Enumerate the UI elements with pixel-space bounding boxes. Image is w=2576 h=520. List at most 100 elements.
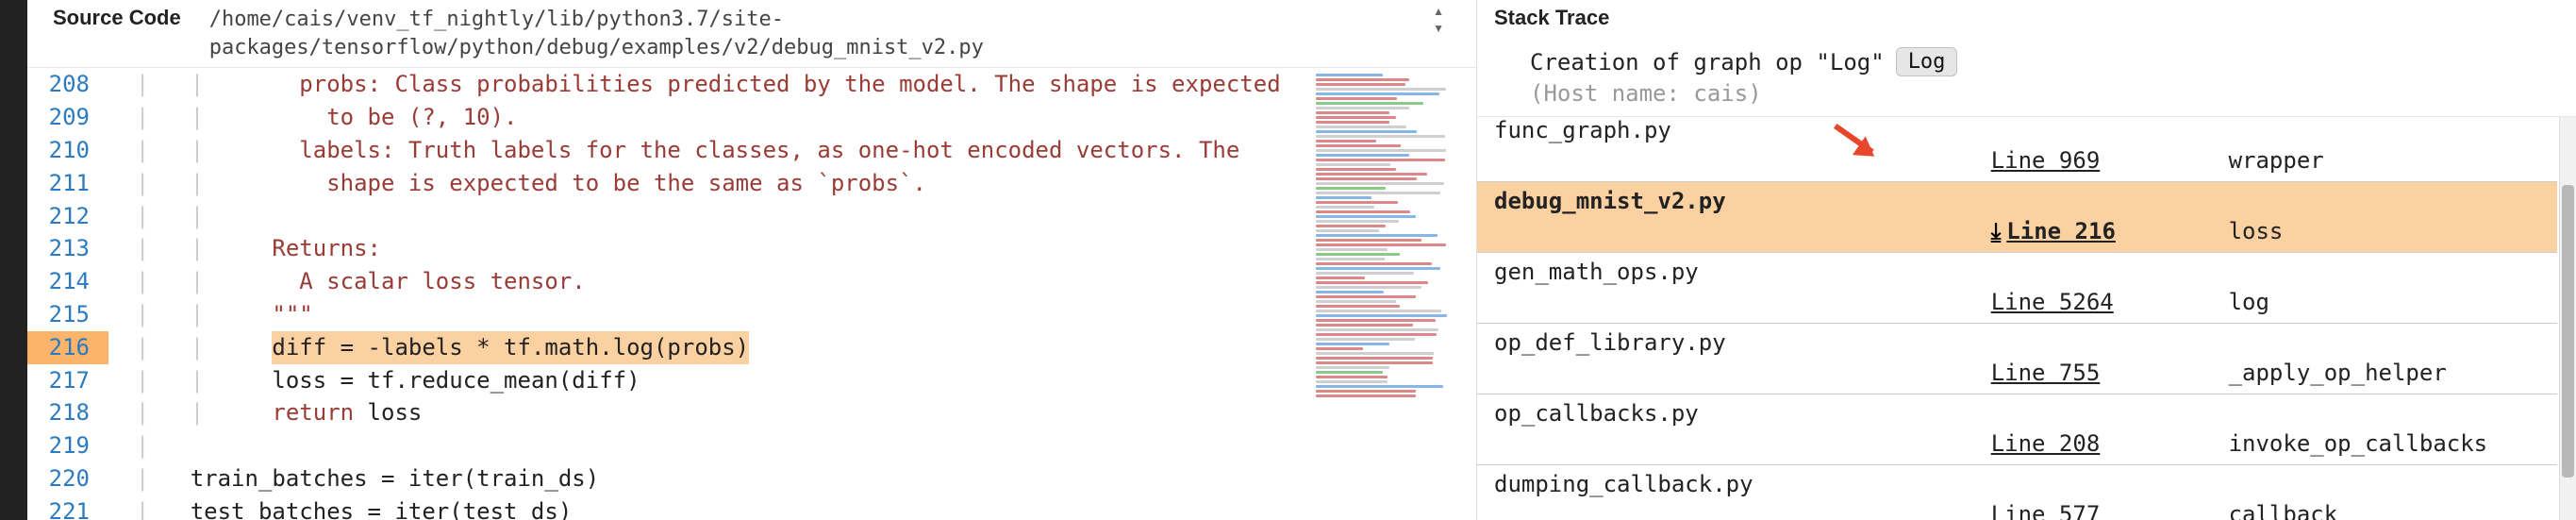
stack-scrollbar-thumb[interactable] [2562,185,2574,478]
line-number[interactable]: 219 [27,429,103,462]
line-number[interactable]: 212 [27,200,103,233]
stack-file-pad [1477,285,1974,324]
line-number[interactable]: 210 [27,134,103,167]
minimap-line [1316,333,1437,336]
left-dark-sidebar [0,0,27,520]
line-number[interactable]: 220 [27,462,103,495]
stack-file-cell[interactable]: debug_mnist_v2.py [1477,182,2557,215]
code-line[interactable]: 210 | | labels: Truth labels for the cla… [27,134,1306,167]
indent-guide: | | [108,68,245,101]
code-line[interactable]: 220 | train_batches = iter(train_ds) [27,462,1306,495]
minimap-line [1316,220,1399,223]
stack-file-cell[interactable]: gen_math_ops.py [1477,253,2557,286]
code-line[interactable]: 215 | | """ [27,298,1306,331]
code-token: to be (?, 10). [326,101,517,134]
line-number[interactable]: 214 [27,265,103,298]
stack-line-link[interactable]: Line 208 [1991,430,2101,457]
stack-line-row[interactable]: ⤓Line 216loss [1477,214,2557,253]
stack-row[interactable]: dumping_callback.py [1477,465,2557,498]
minimap-line [1316,196,1371,199]
stack-line-row[interactable]: Line 577callback [1477,497,2557,520]
stack-line-row[interactable]: Line 5264log [1477,285,2557,324]
code-line[interactable]: 221 | test_batches = iter(test_ds) [27,495,1306,520]
indent-guide: | [108,495,191,520]
code-line[interactable]: 216 | | diff = -labels * tf.math.log(pro… [27,331,1306,364]
stack-file-cell[interactable]: op_callbacks.py [1477,394,2557,428]
code-token [245,101,327,134]
stack-line-cell[interactable]: Line 969 [1974,143,2212,182]
stack-row[interactable]: op_def_library.py [1477,324,2557,357]
code-line[interactable]: 217 | | loss = tf.reduce_mean(diff) [27,364,1306,397]
line-number[interactable]: 215 [27,298,103,331]
stack-line-link[interactable]: Line 5264 [1991,289,2114,315]
code-line[interactable]: 213 | | Returns: [27,232,1306,265]
indent-guide: | [108,462,191,495]
code-line[interactable]: 219 | [27,429,1306,462]
line-number[interactable]: 213 [27,232,103,265]
line-number[interactable]: 221 [27,495,103,520]
indent-guide: | [108,429,191,462]
code-line[interactable]: 212 | | [27,200,1306,233]
stack-line-cell[interactable]: Line 755 [1974,356,2212,394]
line-number[interactable]: 218 [27,396,103,429]
stack-line-cell[interactable]: ⤓Line 216 [1974,214,2212,253]
line-number[interactable]: 211 [27,167,103,200]
minimap-line [1316,338,1415,341]
code-line[interactable]: 214 | | A scalar loss tensor. [27,265,1306,298]
stack-row[interactable]: debug_mnist_v2.py [1477,182,2557,215]
stack-file-pad [1477,497,1974,520]
stack-scrollbar[interactable] [2559,117,2576,520]
line-number[interactable]: 208 [27,68,103,101]
source-header: Source Code /home/cais/venv_tf_nightly/l… [0,0,1476,68]
minimap-line [1316,144,1401,147]
code-token [245,331,273,364]
line-number[interactable]: 209 [27,101,103,134]
stack-creation-line: Creation of graph op "Log" Log [1494,47,2559,76]
minimap-line [1316,88,1446,91]
log-op-button[interactable]: Log [1896,47,1958,76]
stack-line-cell[interactable]: Line 5264 [1974,285,2212,324]
minimap-line [1316,225,1386,227]
minimap-line [1316,163,1390,166]
stack-line-link[interactable]: Line 969 [1991,147,2101,174]
code-line[interactable]: 218 | | return loss [27,396,1306,429]
stack-file-cell[interactable]: op_def_library.py [1477,324,2557,357]
stack-line-link[interactable]: Line 755 [1991,360,2101,386]
path-scroll-down-icon[interactable]: ▼ [1433,23,1444,34]
stack-file-pad [1477,143,1974,182]
source-path-line1: /home/cais/venv_tf_nightly/lib/python3.7… [209,8,784,31]
minimap-line [1316,277,1365,279]
stack-row[interactable]: op_callbacks.py [1477,394,2557,428]
minimap-line [1316,168,1396,171]
code-editor-area[interactable]: 208 | | probs: Class probabilities predi… [27,68,1476,520]
code-line[interactable]: 211 | | shape is expected to be the same… [27,167,1306,200]
minimap-line [1316,187,1386,190]
minimap-line [1316,281,1428,284]
stack-line-row[interactable]: Line 969wrapper [1477,143,2557,182]
minimap-line [1316,130,1417,133]
minimap-line [1316,253,1400,256]
indent-guide: | | [108,298,245,331]
stack-line-cell[interactable]: Line 577 [1974,497,2212,520]
path-scroll-up-icon[interactable]: ▲ [1433,6,1444,17]
code-minimap[interactable] [1306,68,1476,520]
code-token: A scalar loss tensor. [299,265,585,298]
stack-line-link[interactable]: Line 216 [2006,218,2116,244]
stack-line-link[interactable]: Line 577 [1991,501,2101,520]
code-line[interactable]: 209 | | to be (?, 10). [27,101,1306,134]
minimap-line [1316,295,1416,298]
stack-line-cell[interactable]: Line 208 [1974,427,2212,465]
minimap-line [1316,286,1421,289]
code-line[interactable]: 208 | | probs: Class probabilities predi… [27,68,1306,101]
stack-line-row[interactable]: Line 208invoke_op_callbacks [1477,427,2557,465]
stack-row[interactable]: gen_math_ops.py [1477,253,2557,286]
stack-func-cell: loss [2212,214,2557,253]
code-token [245,265,300,298]
stack-line-row[interactable]: Line 755_apply_op_helper [1477,356,2557,394]
line-number[interactable]: 217 [27,364,103,397]
stack-file-cell[interactable]: dumping_callback.py [1477,465,2557,498]
code-token: shape is expected to be the same as `pro… [326,167,926,200]
code-lines-container: 208 | | probs: Class probabilities predi… [27,68,1306,520]
stack-file-pad [1477,214,1974,253]
line-number[interactable]: 216 [27,331,103,364]
